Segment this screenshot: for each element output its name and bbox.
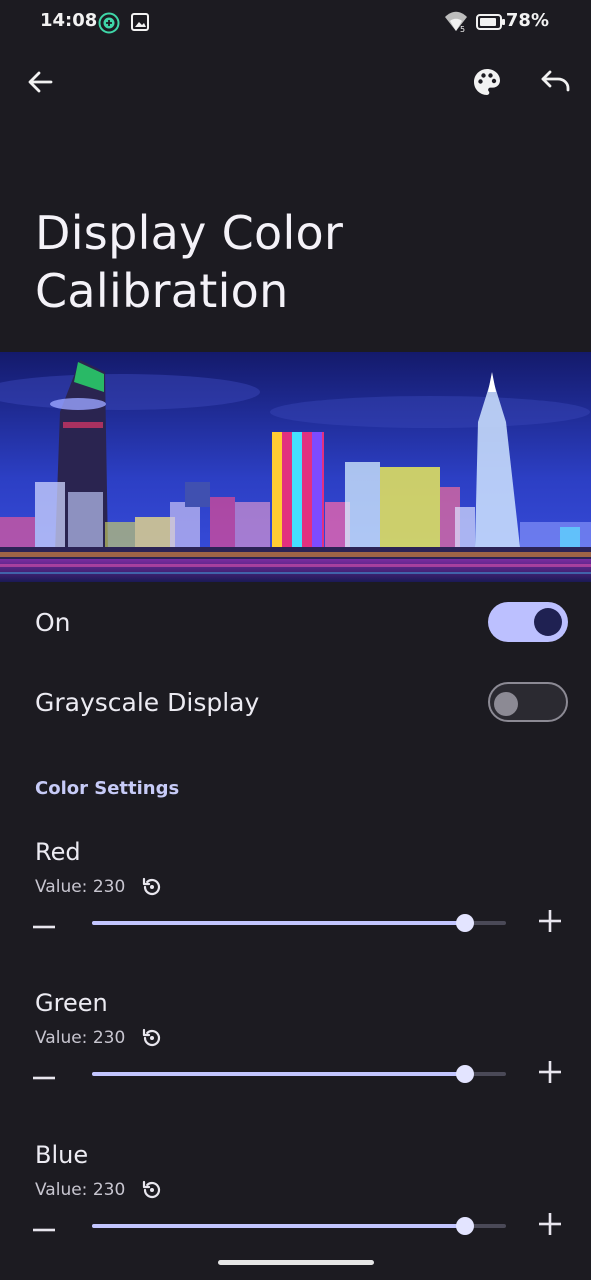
reset-icon[interactable] (140, 1178, 164, 1202)
page-title: Display Color Calibration (35, 206, 344, 318)
slider-fill (92, 921, 466, 925)
slider-title: Green (35, 989, 108, 1017)
slider-thumb[interactable] (456, 1065, 475, 1083)
increase-button[interactable] (530, 903, 570, 943)
slider-thumb[interactable] (456, 914, 475, 932)
blue-slider-group: Blue Value: 230 (0, 1138, 591, 1258)
gesture-nav-handle[interactable] (218, 1260, 374, 1265)
decrease-button[interactable] (24, 1054, 64, 1094)
on-switch[interactable] (488, 602, 568, 642)
undo-icon (540, 70, 572, 98)
slider-title: Red (35, 838, 81, 866)
undo-button[interactable] (532, 60, 580, 108)
decrease-button[interactable] (24, 1206, 64, 1246)
back-arrow-icon (26, 68, 54, 100)
minus-icon (33, 1217, 55, 1236)
switch-knob (494, 692, 518, 716)
grayscale-switch[interactable] (488, 682, 568, 722)
blue-slider[interactable] (92, 1217, 506, 1235)
green-slider-group: Green Value: 230 (0, 986, 591, 1106)
svg-text:5: 5 (460, 25, 465, 33)
status-bar: 14:08 5 78% (0, 0, 591, 44)
minus-icon (33, 1065, 55, 1084)
slider-value: Value: 230 (35, 877, 126, 897)
slider-fill (92, 1224, 466, 1228)
red-slider[interactable] (92, 914, 506, 932)
reset-icon[interactable] (140, 875, 164, 899)
status-time: 14:08 (40, 10, 98, 31)
back-button[interactable] (16, 60, 64, 108)
increase-button[interactable] (530, 1206, 570, 1246)
slider-fill (92, 1072, 466, 1076)
slider-value: Value: 230 (35, 1028, 126, 1048)
slider-thumb[interactable] (456, 1217, 475, 1235)
slider-value: Value: 230 (35, 1180, 126, 1200)
section-header: Color Settings (35, 778, 180, 799)
red-slider-group: Red Value: 230 (0, 835, 591, 955)
minus-icon (33, 914, 55, 933)
slider-title: Blue (35, 1141, 89, 1169)
city-night-skyline-image (0, 352, 591, 582)
palette-button[interactable] (463, 60, 511, 108)
green-slider[interactable] (92, 1065, 506, 1083)
switch-knob (534, 608, 562, 636)
toggle-label-on: On (35, 608, 71, 637)
decrease-button[interactable] (24, 903, 64, 943)
wifi-icon: 5 (444, 11, 468, 37)
toggle-label-grayscale: Grayscale Display (35, 688, 260, 717)
plus-icon (539, 1061, 561, 1087)
battery-percent: 78% (505, 10, 549, 31)
plus-icon (539, 910, 561, 936)
toggle-row-grayscale[interactable]: Grayscale Display (0, 678, 591, 730)
toggle-row-on[interactable]: On (0, 598, 591, 650)
palette-icon (472, 67, 502, 101)
plus-icon (539, 1213, 561, 1239)
battery-icon (476, 14, 506, 34)
vpn-icon (98, 12, 120, 38)
reset-icon[interactable] (140, 1026, 164, 1050)
increase-button[interactable] (530, 1054, 570, 1094)
image-icon (130, 12, 150, 36)
